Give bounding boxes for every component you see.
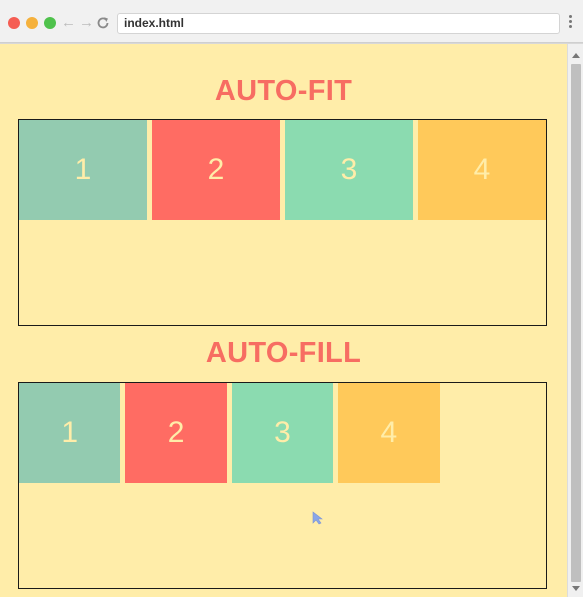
autofit-heading: AUTO-FIT — [214, 75, 353, 107]
autofit-grid: 1 2 3 4 — [19, 120, 546, 220]
autofit-container: 1 2 3 4 — [18, 119, 547, 326]
kebab-menu-icon[interactable] — [567, 15, 573, 31]
scrollbar-thumb[interactable] — [571, 64, 581, 582]
vertical-scrollbar[interactable] — [567, 44, 583, 597]
autofill-item-1: 1 — [19, 383, 121, 483]
autofit-item-2: 2 — [152, 120, 280, 220]
browser-toolbar: ← → index.html — [0, 0, 583, 43]
autofill-grid: 1 2 3 4 — [19, 383, 546, 483]
forward-arrow-icon[interactable]: → — [79, 13, 94, 33]
mouse-pointer-icon — [312, 511, 323, 525]
address-bar[interactable]: index.html — [117, 13, 560, 34]
autofit-item-4: 4 — [418, 120, 546, 220]
autofill-item-3: 3 — [231, 383, 334, 483]
autofill-container: 1 2 3 4 — [18, 382, 547, 589]
scroll-up-arrow-icon[interactable] — [572, 53, 580, 58]
scroll-down-arrow-icon[interactable] — [572, 586, 580, 591]
minimize-window-button[interactable] — [26, 17, 38, 29]
autofill-item-2: 2 — [125, 383, 227, 483]
autofill-heading: AUTO-FILL — [205, 337, 362, 369]
maximize-window-button[interactable] — [44, 17, 56, 29]
autofill-item-4: 4 — [338, 383, 440, 483]
reload-icon[interactable] — [96, 13, 110, 36]
back-arrow-icon[interactable]: ← — [61, 13, 76, 33]
close-window-button[interactable] — [8, 17, 20, 29]
autofit-item-1: 1 — [19, 120, 147, 220]
page-viewport: AUTO-FIT 1 2 3 4 AUTO-FILL 1 2 3 4 — [0, 44, 567, 597]
autofit-item-3: 3 — [285, 120, 413, 220]
